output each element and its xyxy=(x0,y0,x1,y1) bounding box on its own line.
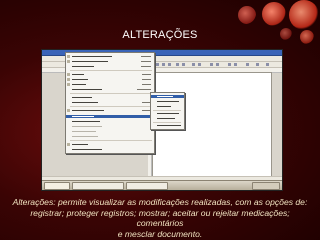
menu-separator xyxy=(70,93,152,94)
toolbar-icon[interactable] xyxy=(176,63,179,66)
submenu-item[interactable] xyxy=(151,112,184,115)
menu-separator xyxy=(70,70,152,71)
system-tray xyxy=(252,182,280,190)
menu-separator xyxy=(70,140,152,141)
decorative-orb xyxy=(289,0,319,30)
start-button[interactable] xyxy=(44,182,70,190)
taskbar xyxy=(42,180,282,190)
submenu-item[interactable] xyxy=(151,124,184,127)
caption-line: registrar; proteger registros; mostrar; … xyxy=(30,207,290,229)
toolbar-icon[interactable] xyxy=(198,63,201,66)
slide-caption: Alterações: permite visualizar as modifi… xyxy=(6,197,314,239)
menu-item[interactable] xyxy=(66,120,154,123)
edit-menu xyxy=(65,52,155,154)
toolbar-icon[interactable] xyxy=(266,63,269,66)
toolbar-icon[interactable] xyxy=(256,63,259,66)
menu-item[interactable] xyxy=(66,96,154,99)
caption-line: Alterações: permite visualizar as modifi… xyxy=(12,197,308,207)
menu-item[interactable] xyxy=(66,130,154,133)
toolbar-icon[interactable] xyxy=(246,63,249,66)
toolbar-icon[interactable] xyxy=(228,63,231,66)
menu-item[interactable] xyxy=(66,135,154,138)
menu-item-alteracoes[interactable] xyxy=(66,115,154,118)
submenu-item[interactable] xyxy=(151,117,184,120)
screenshot xyxy=(41,49,283,191)
slide-title: ALTERAÇÕES xyxy=(122,29,198,41)
decorative-orb xyxy=(262,2,286,26)
toolbar-icon[interactable] xyxy=(210,63,213,66)
toolbar-icon[interactable] xyxy=(182,63,185,66)
alteracoes-submenu xyxy=(150,92,185,130)
toolbar-icon[interactable] xyxy=(168,63,171,66)
menu-item[interactable] xyxy=(66,78,154,81)
menu-separator xyxy=(153,110,181,111)
toolbar-icon[interactable] xyxy=(216,63,219,66)
menu-item[interactable] xyxy=(66,73,154,76)
cut-icon xyxy=(67,73,70,76)
menu-item[interactable] xyxy=(66,88,154,91)
toolbar-icon[interactable] xyxy=(162,63,165,66)
menu-item[interactable] xyxy=(66,55,154,58)
menu-separator xyxy=(70,106,152,107)
menu-item[interactable] xyxy=(66,125,154,128)
menu-item[interactable] xyxy=(66,83,154,86)
toolbar-icon[interactable] xyxy=(234,63,237,66)
submenu-item[interactable] xyxy=(151,105,184,108)
menu-item[interactable] xyxy=(66,60,154,63)
paste-icon xyxy=(67,83,70,86)
caption-line: e mesclar documento. xyxy=(117,228,203,239)
submenu-item[interactable] xyxy=(151,100,184,103)
menu-item[interactable] xyxy=(66,65,154,68)
copy-icon xyxy=(67,78,70,81)
toolbar-icon[interactable] xyxy=(192,63,195,66)
undo-icon xyxy=(67,55,70,58)
menu-item[interactable] xyxy=(66,148,154,151)
submenu-item-registrar[interactable] xyxy=(151,95,184,98)
decorative-orb xyxy=(238,6,256,24)
plugin-icon xyxy=(67,143,70,146)
menu-item[interactable] xyxy=(66,101,154,104)
redo-icon xyxy=(67,60,70,63)
taskbar-window-button[interactable] xyxy=(126,182,168,190)
find-icon xyxy=(67,109,70,112)
menu-item[interactable] xyxy=(66,109,154,112)
taskbar-window-button[interactable] xyxy=(72,182,124,190)
menu-item[interactable] xyxy=(66,143,154,146)
toolbar-icon[interactable] xyxy=(156,63,159,66)
menu-separator xyxy=(153,122,181,123)
